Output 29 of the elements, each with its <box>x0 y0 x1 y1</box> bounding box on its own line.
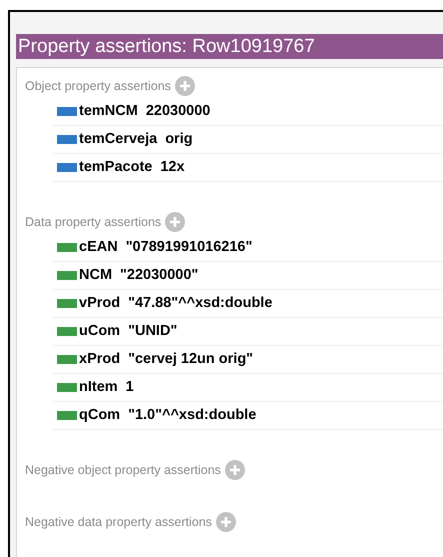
property-value: 12x <box>160 158 185 177</box>
property-name: vProd <box>79 294 120 313</box>
property-value: "07891991016216" <box>126 238 252 257</box>
add-icon[interactable] <box>216 512 236 532</box>
property-name: qCom <box>79 406 120 425</box>
property-name: cEAN <box>79 238 118 257</box>
add-icon[interactable] <box>174 76 195 96</box>
property-name: nItem <box>79 378 118 397</box>
property-value: 1 <box>126 378 134 397</box>
panel-title-bar: Property assertions: Row10919767 <box>16 34 443 59</box>
property-value: "22030000" <box>120 266 198 285</box>
add-icon[interactable] <box>165 212 186 232</box>
section-label: Object property assertions <box>25 78 171 95</box>
property-value: 22030000 <box>146 102 210 121</box>
property-name: uCom <box>79 322 120 341</box>
section-label: Negative object property assertions <box>25 462 221 479</box>
property-value: "UNID" <box>128 322 178 341</box>
add-icon[interactable] <box>224 460 245 480</box>
property-value: "47.88"^^xsd:double <box>128 294 272 313</box>
property-name: xProd <box>79 350 120 369</box>
property-value: orig <box>165 130 193 149</box>
property-value: "cervej 12un orig" <box>128 350 254 369</box>
property-value: "1.0"^^xsd:double <box>128 406 256 425</box>
section-label: Data property assertions <box>25 214 162 231</box>
property-name: temCerveja <box>79 130 158 149</box>
property-name: temNCM <box>79 102 138 121</box>
property-name: NCM <box>79 266 112 285</box>
property-name: temPacote <box>79 158 152 177</box>
section-label: Negative data property assertions <box>25 514 212 531</box>
